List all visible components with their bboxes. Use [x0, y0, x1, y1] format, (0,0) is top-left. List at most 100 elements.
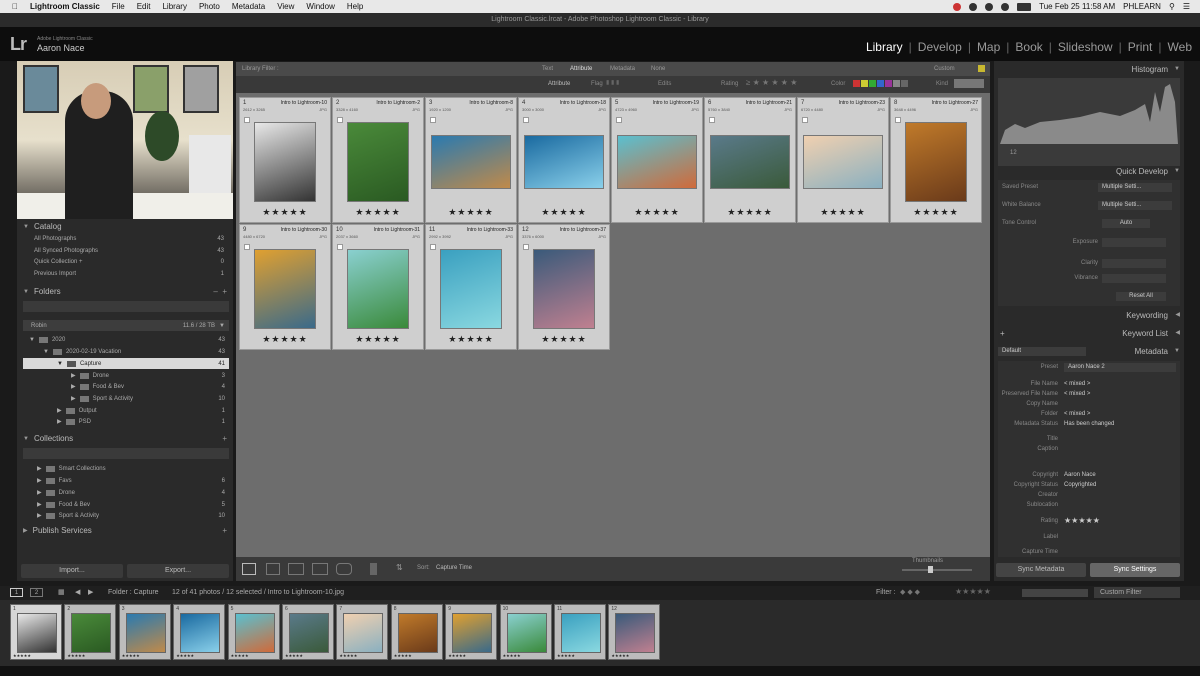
- module-slideshow[interactable]: Slideshow: [1058, 40, 1113, 54]
- metadata-view-dropdown[interactable]: Default: [998, 347, 1086, 356]
- cell-rating[interactable]: ★★★★★: [240, 334, 330, 345]
- add-collection-icon[interactable]: +: [222, 434, 227, 443]
- preset-dropdown[interactable]: Aaron Nace 2: [1064, 363, 1176, 372]
- metadata-field-value[interactable]: < mixed >: [1064, 391, 1090, 397]
- filter-tab-none[interactable]: None: [651, 66, 665, 72]
- folder-row[interactable]: ▶ Sport & Activity 10: [23, 393, 229, 404]
- forward-arrow-icon[interactable]: ▶: [88, 588, 93, 596]
- cell-rating[interactable]: ★★★★★: [240, 207, 330, 218]
- loupe-view-icon[interactable]: [266, 563, 280, 575]
- spray-can-icon[interactable]: [370, 563, 377, 575]
- search-icon[interactable]: ⚲: [1169, 2, 1175, 11]
- sync-settings-button[interactable]: Sync Settings: [1090, 563, 1180, 577]
- slider-thumb[interactable]: [928, 566, 933, 573]
- cell-checkbox[interactable]: [244, 244, 250, 250]
- folder-search[interactable]: [23, 301, 229, 312]
- menu-window[interactable]: Window: [306, 2, 334, 11]
- folders-header[interactable]: ▼ Folders – +: [17, 285, 233, 298]
- filter-preset[interactable]: Custom: [934, 66, 955, 72]
- cell-rating[interactable]: ★★★★★: [612, 207, 702, 218]
- filter-tab-text[interactable]: Text: [542, 66, 553, 72]
- import-button[interactable]: Import...: [21, 564, 123, 578]
- module-library[interactable]: Library: [866, 40, 903, 54]
- white-balance-dropdown[interactable]: Multiple Setti...: [1098, 201, 1172, 210]
- menu-clock[interactable]: Tue Feb 25 11:58 AM: [1039, 2, 1115, 11]
- catalog-item[interactable]: Previous Import 1: [34, 271, 224, 277]
- status-icon[interactable]: [969, 2, 978, 11]
- kind-icons[interactable]: [954, 79, 984, 88]
- filmstrip-thumbnail[interactable]: [234, 613, 275, 653]
- cell-checkbox[interactable]: [244, 117, 250, 123]
- chevron-down-icon[interactable]: ▼: [219, 323, 225, 329]
- add-keyword-icon[interactable]: +: [1000, 327, 1005, 340]
- module-develop[interactable]: Develop: [918, 40, 962, 54]
- filmstrip-thumbnail[interactable]: [180, 613, 221, 653]
- catalog-item[interactable]: All Synced Photographs 43: [34, 248, 224, 254]
- module-map[interactable]: Map: [977, 40, 1000, 54]
- wifi-icon[interactable]: [1001, 2, 1010, 11]
- filmstrip-thumbnail[interactable]: [17, 613, 57, 653]
- menu-metadata[interactable]: Metadata: [232, 2, 265, 11]
- cell-rating[interactable]: ★★★★★: [519, 207, 609, 218]
- exposure-buttons[interactable]: [1102, 238, 1166, 247]
- collection-row[interactable]: ▶ Smart Collections: [23, 463, 229, 474]
- filmstrip-cell[interactable]: 2 ★★★★★: [64, 604, 117, 660]
- metadata-header[interactable]: Default Metadata ▼: [994, 345, 1184, 358]
- grid-cell[interactable]: 1 Intro to Lightroom-10 2612 x 3265 JPG ★★★★…: [239, 97, 331, 223]
- cell-checkbox[interactable]: [523, 244, 529, 250]
- status-icon[interactable]: [953, 2, 962, 11]
- saved-preset-dropdown[interactable]: Multiple Setti...: [1098, 183, 1172, 192]
- menu-user[interactable]: PHLEARN: [1123, 2, 1161, 11]
- grid-cell[interactable]: 12 Intro to Lightroom-37 3376 x 6000 JPG ★★★…: [518, 224, 610, 350]
- cell-rating[interactable]: ★★★★★: [333, 334, 423, 345]
- cell-checkbox[interactable]: [430, 244, 436, 250]
- volume-row[interactable]: Robin 11.6 / 28 TB ▼: [23, 320, 229, 331]
- filmstrip-thumbnail[interactable]: [71, 613, 112, 653]
- grid-cell[interactable]: 9 Intro to Lightroom-30 4480 x 6720 JPG ★★★★…: [239, 224, 331, 350]
- survey-view-icon[interactable]: [312, 563, 328, 575]
- apple-icon[interactable]: : [12, 2, 18, 11]
- window-1-button[interactable]: 1: [10, 588, 23, 597]
- publish-services-header[interactable]: ▶ Publish Services +: [17, 524, 233, 537]
- filmstrip-thumbnail[interactable]: [561, 613, 601, 653]
- folder-row[interactable]: ▼ 2020-02-19 Vacation 43: [23, 346, 229, 357]
- catalog-item[interactable]: Quick Collection + 0: [34, 259, 224, 265]
- window-2-button[interactable]: 2: [30, 588, 43, 597]
- add-publish-icon[interactable]: +: [222, 526, 227, 535]
- collection-row[interactable]: ▶ Drone 4: [23, 487, 229, 498]
- cell-rating[interactable]: ★★★★★: [333, 207, 423, 218]
- thumbnail-size-slider[interactable]: [902, 569, 972, 571]
- metadata-field-value[interactable]: Has been changed: [1064, 421, 1114, 427]
- keyword-list-header[interactable]: + Keyword List ◀: [994, 327, 1184, 340]
- filmstrip-thumbnail[interactable]: [125, 613, 166, 653]
- grid-cell[interactable]: 2 Intro to Lightroom-2 3328 x 4160 JPG ★★★★★: [332, 97, 424, 223]
- module-book[interactable]: Book: [1015, 40, 1042, 54]
- metadata-field-value[interactable]: Aaron Nace: [1064, 472, 1096, 478]
- grid-cell[interactable]: 4 Intro to Lightroom-18 3000 x 3000 JPG ★★★★…: [518, 97, 610, 223]
- add-folder-icon[interactable]: – +: [213, 287, 227, 296]
- filter-tab-metadata[interactable]: Metadata: [610, 66, 635, 72]
- menu-file[interactable]: File: [112, 2, 125, 11]
- grid-cell[interactable]: 3 Intro to Lightroom-8 1920 x 1200 JPG ★★★★★: [425, 97, 517, 223]
- cell-rating[interactable]: ★★★★★: [891, 207, 981, 218]
- sort-dropdown[interactable]: Capture Time: [436, 565, 472, 571]
- cell-thumbnail[interactable]: [803, 135, 883, 189]
- battery-icon[interactable]: [1017, 2, 1032, 11]
- filmstrip-cell[interactable]: 4 ★★★★★: [173, 604, 226, 660]
- cell-thumbnail[interactable]: [347, 122, 409, 202]
- filmstrip-cell[interactable]: 8 ★★★★★: [390, 604, 443, 660]
- cell-checkbox[interactable]: [337, 244, 343, 250]
- auto-tone-button[interactable]: Auto: [1102, 219, 1150, 228]
- grid-icon[interactable]: ▦: [58, 588, 65, 596]
- grid-cell[interactable]: 5 Intro to Lightroom-19 4723 x 4960 JPG ★★★★…: [611, 97, 703, 223]
- grid-cell[interactable]: 11 Intro to Lightroom-33 2992 x 3992 JPG ★★★…: [425, 224, 517, 350]
- filmstrip-cell[interactable]: 3 ★★★★★: [118, 604, 171, 660]
- menu-edit[interactable]: Edit: [137, 2, 151, 11]
- lock-icon[interactable]: [978, 65, 985, 72]
- grid-cell[interactable]: 10 Intro to Lightroom-31 2037 x 3660 JPG ★★★…: [332, 224, 424, 350]
- cell-thumbnail[interactable]: [440, 249, 502, 329]
- filmstrip-cell[interactable]: 7 ★★★★★: [336, 604, 389, 660]
- menu-help[interactable]: Help: [347, 2, 363, 11]
- menu-list-icon[interactable]: ☰: [1183, 2, 1190, 11]
- cell-thumbnail[interactable]: [431, 135, 511, 189]
